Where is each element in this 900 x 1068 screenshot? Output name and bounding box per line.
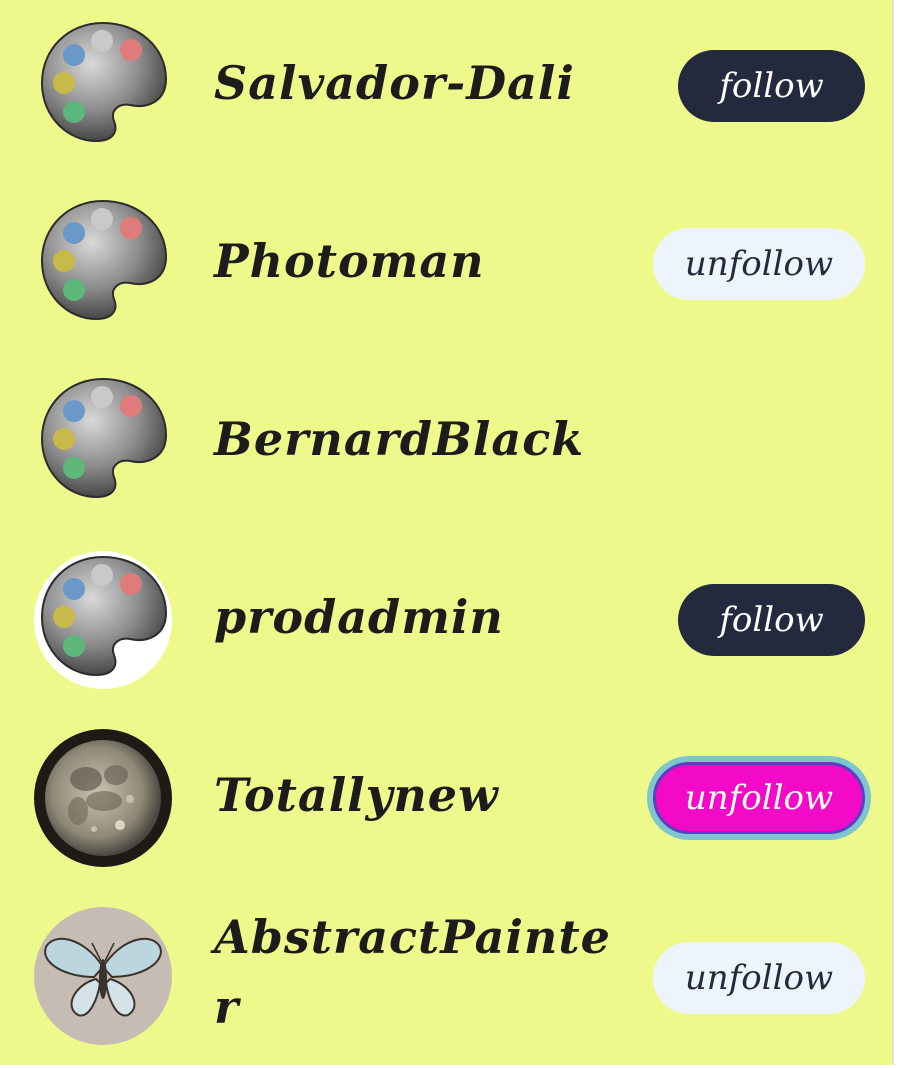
user-row: Salvador-Dali follow: [0, 0, 894, 178]
follow-button[interactable]: follow: [678, 50, 865, 122]
moon-photo[interactable]: [34, 729, 172, 867]
butterfly-drawing[interactable]: [34, 907, 172, 1045]
user-name[interactable]: AbstractPainte r: [214, 902, 611, 1042]
user-name[interactable]: BernardBlack: [214, 404, 584, 474]
user-name[interactable]: prodadmin: [214, 582, 504, 652]
user-row: BernardBlack: [0, 356, 894, 534]
unfollow-button[interactable]: unfollow: [653, 228, 865, 300]
user-row: Photoman unfollow: [0, 178, 894, 356]
user-name[interactable]: Totallynew: [214, 760, 499, 830]
user-name[interactable]: Photoman: [214, 226, 485, 296]
user-name[interactable]: Salvador-Dali: [214, 48, 575, 118]
user-row: Totallynew unfollow: [0, 712, 894, 890]
unfollow-button[interactable]: unfollow: [653, 942, 865, 1014]
follow-button[interactable]: follow: [678, 584, 865, 656]
user-row: prodadmin follow: [0, 534, 894, 712]
palette-icon[interactable]: [34, 373, 172, 511]
palette-icon[interactable]: [34, 17, 172, 155]
unfollow-button[interactable]: unfollow: [653, 762, 865, 834]
user-name-line: AbstractPainte: [214, 910, 611, 964]
palette-icon[interactable]: [34, 195, 172, 333]
palette-icon[interactable]: [34, 551, 172, 689]
user-name-line-wrap: r: [214, 980, 240, 1034]
user-list-panel: Salvador-Dali follow Photoman unfollow B…: [0, 0, 894, 1065]
user-row: AbstractPainte r unfollow: [0, 890, 894, 1068]
